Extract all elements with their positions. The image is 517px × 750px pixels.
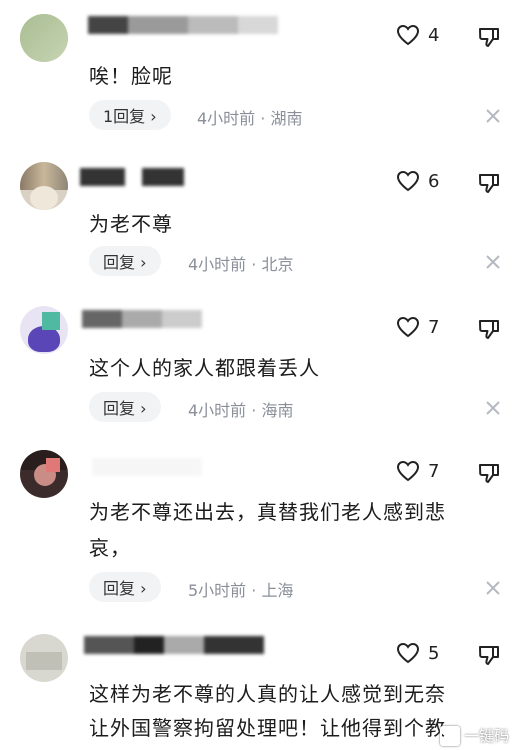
like-button[interactable]: 7 <box>396 460 439 482</box>
username-blurred <box>80 168 200 190</box>
like-count: 7 <box>428 316 440 338</box>
comment-text: 唉！脸呢 <box>89 64 173 88</box>
comment-text-line: 让外国警察拘留处理吧！让他得到个教 <box>89 716 446 740</box>
thumb-down-icon[interactable] <box>478 172 500 194</box>
thumb-down-icon[interactable] <box>478 462 500 484</box>
close-icon[interactable] <box>485 254 501 270</box>
avatar[interactable] <box>20 162 68 210</box>
close-icon[interactable] <box>485 400 501 416</box>
like-count: 7 <box>428 460 440 482</box>
avatar[interactable] <box>20 306 68 354</box>
thumb-down-icon[interactable] <box>478 644 500 666</box>
reply-button[interactable]: 回复 › <box>89 572 161 602</box>
heart-outline-icon <box>396 24 420 46</box>
thumb-down-icon[interactable] <box>478 318 500 340</box>
reply-button[interactable]: 回复 › <box>89 392 161 422</box>
username-blurred <box>88 16 288 38</box>
close-icon[interactable] <box>485 580 501 596</box>
like-button[interactable]: 5 <box>396 642 439 664</box>
comment-meta: 4小时前 · 湖南 <box>197 109 303 128</box>
comment-meta: 4小时前 · 海南 <box>188 401 294 420</box>
watermark-text: 一键码 <box>463 727 509 745</box>
username-blurred <box>92 458 212 480</box>
username-blurred <box>82 310 212 332</box>
like-count: 5 <box>428 642 440 664</box>
like-button[interactable]: 7 <box>396 316 439 338</box>
username-blurred <box>84 636 274 658</box>
watermark: 一键码 <box>439 725 509 746</box>
thumb-down-icon[interactable] <box>478 26 500 48</box>
like-count: 6 <box>428 170 440 192</box>
heart-outline-icon <box>396 642 420 664</box>
comment-text: 为老不尊 <box>89 212 173 236</box>
avatar[interactable] <box>20 450 68 498</box>
watermark-logo-icon <box>439 725 460 746</box>
heart-outline-icon <box>396 170 420 192</box>
avatar[interactable] <box>20 14 68 62</box>
close-icon[interactable] <box>485 108 501 124</box>
comment-text: 这个人的家人都跟着丢人 <box>89 356 320 380</box>
like-count: 4 <box>428 24 440 46</box>
reply-button[interactable]: 回复 › <box>89 246 161 276</box>
reply-button[interactable]: 1回复 › <box>89 100 171 130</box>
heart-outline-icon <box>396 460 420 482</box>
comment-meta: 5小时前 · 上海 <box>188 581 294 600</box>
comment-text-line: 这样为老不尊的人真的让人感觉到无奈 <box>89 682 446 706</box>
like-button[interactable]: 4 <box>396 24 439 46</box>
like-button[interactable]: 6 <box>396 170 439 192</box>
avatar[interactable] <box>20 634 68 682</box>
comment-text-line: 哀， <box>89 536 131 560</box>
heart-outline-icon <box>396 316 420 338</box>
comment-meta: 4小时前 · 北京 <box>188 255 294 274</box>
comment-text-line: 为老不尊还出去，真替我们老人感到悲 <box>89 500 446 524</box>
